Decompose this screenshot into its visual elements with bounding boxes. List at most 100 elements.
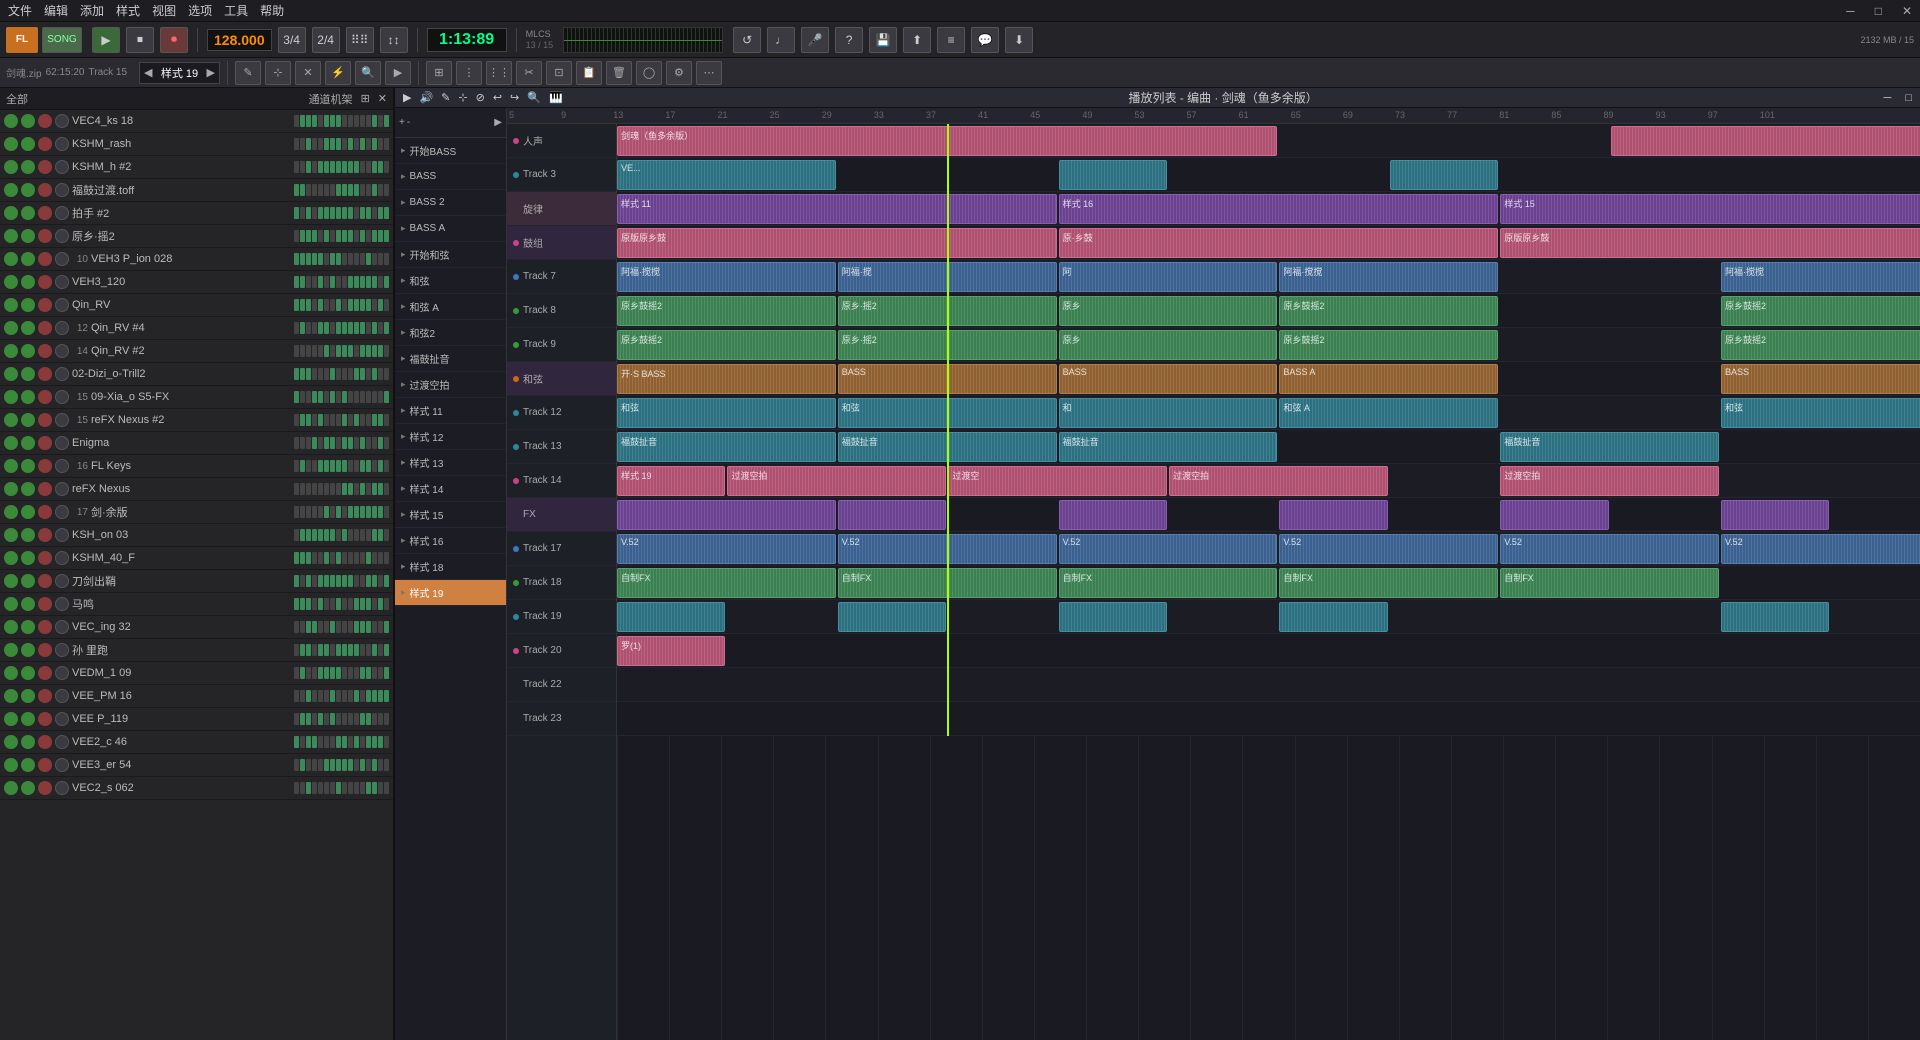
download-btn[interactable]: ⬇ xyxy=(1005,27,1033,53)
clip-block[interactable]: 原乡鼓摇2 xyxy=(1721,330,1920,360)
menu-item-options[interactable]: 选项 xyxy=(188,2,212,19)
track-name-row[interactable]: Track 3 xyxy=(507,158,616,192)
track-status-btn[interactable] xyxy=(4,712,18,726)
clip-block[interactable]: 自制FX xyxy=(617,568,836,598)
paste-btn[interactable]: 📋 xyxy=(576,61,602,85)
track-volume-knob[interactable] xyxy=(55,275,69,289)
track-name-row[interactable]: 鼓组 xyxy=(507,226,616,260)
window-maximize[interactable]: □ xyxy=(1875,4,1882,18)
clip-block[interactable]: 自制FX xyxy=(1059,568,1278,598)
play-btn[interactable]: ▶ xyxy=(92,27,120,53)
track-status-btn[interactable] xyxy=(21,735,35,749)
clip-block[interactable] xyxy=(1721,500,1829,530)
clip-block[interactable]: 过渡空 xyxy=(948,466,1167,496)
fl-logo[interactable]: FL xyxy=(6,27,38,53)
tool-select[interactable]: ⊹ xyxy=(265,61,291,85)
mixer-track-row[interactable]: 17剑·余版 xyxy=(0,501,393,524)
clip-block[interactable]: 原乡鼓摇2 xyxy=(1279,296,1498,326)
track-status-btn[interactable] xyxy=(4,137,18,151)
track-status-btn[interactable] xyxy=(21,206,35,220)
track-volume-knob[interactable] xyxy=(55,712,69,726)
track-status-btn[interactable] xyxy=(38,551,52,565)
clip-block[interactable]: 阿福·搅搅 xyxy=(1279,262,1498,292)
track-volume-knob[interactable] xyxy=(55,735,69,749)
clip-block[interactable]: 和弦 xyxy=(838,398,1057,428)
clip-block[interactable] xyxy=(617,500,836,530)
track-status-btn[interactable] xyxy=(4,413,18,427)
playlist-track-row[interactable]: 开·S BASSBASSBASSBASS ABASSBASSBASS 2BASS… xyxy=(617,362,1920,396)
track-status-btn[interactable] xyxy=(4,344,18,358)
clip-block[interactable]: BASS xyxy=(838,364,1057,394)
playlist-track-row[interactable]: 原乡鼓摇2原乡·摇2原乡原乡鼓摇2原乡鼓摇2原乡鼓摇2原乡鼓摇2原乡鼓摇2 xyxy=(617,294,1920,328)
tool-play[interactable]: ▶ xyxy=(385,61,411,85)
track-status-btn[interactable] xyxy=(21,620,35,634)
track-status-btn[interactable] xyxy=(4,574,18,588)
track-volume-knob[interactable] xyxy=(55,666,69,680)
track-status-btn[interactable] xyxy=(38,666,52,680)
pattern-scroll-right[interactable]: ▶ xyxy=(494,117,502,128)
track-volume-knob[interactable] xyxy=(55,758,69,772)
playlist-play-btn[interactable]: ▶ xyxy=(403,91,411,104)
track-status-btn[interactable] xyxy=(4,160,18,174)
track-status-btn[interactable] xyxy=(38,367,52,381)
track-status-btn[interactable] xyxy=(38,344,52,358)
export-btn[interactable]: ⬆ xyxy=(903,27,931,53)
mixer-track-row[interactable]: KSHM_40_F xyxy=(0,547,393,570)
clip-block[interactable]: 阿 xyxy=(1059,262,1278,292)
track-name-row[interactable]: Track 23 xyxy=(507,702,616,736)
clip-block[interactable]: V.52 xyxy=(1279,534,1498,564)
track-name-row[interactable]: Track 19 xyxy=(507,600,616,634)
pattern-list-item[interactable]: ▸样式 11 xyxy=(395,398,506,424)
track-status-btn[interactable] xyxy=(21,781,35,795)
pattern-zoom-in[interactable]: + xyxy=(399,117,405,128)
track-status-btn[interactable] xyxy=(21,252,35,266)
clip-block[interactable]: 样式 11 xyxy=(617,194,1057,224)
stop-btn[interactable]: ⏹ xyxy=(126,27,154,53)
playlist-track-row[interactable]: 福鼓扯音福鼓扯音福鼓扯音福鼓扯音福鼓扯音福鼓扯音福鼓福鼓扯音 xyxy=(617,430,1920,464)
track-status-btn[interactable] xyxy=(38,229,52,243)
help-btn[interactable]: ? xyxy=(835,27,863,53)
playlist-track-row[interactable]: V.52V.52V.52V.52V.52V.52V.52V.52V.52V.52… xyxy=(617,532,1920,566)
clip-block[interactable] xyxy=(1721,602,1829,632)
clip-block[interactable]: V.52 xyxy=(1721,534,1920,564)
mute-btn[interactable]: ◯ xyxy=(636,61,662,85)
playlist-track-row[interactable] xyxy=(617,702,1920,736)
pattern-list-item[interactable]: ▸和弦 xyxy=(395,268,506,294)
track-status-btn[interactable] xyxy=(21,367,35,381)
bpm-display[interactable]: 128.000 xyxy=(207,29,272,51)
track-status-btn[interactable] xyxy=(4,436,18,450)
pl-erase[interactable]: ⊘ xyxy=(476,91,485,104)
track-status-btn[interactable] xyxy=(38,206,52,220)
track-status-btn[interactable] xyxy=(38,574,52,588)
track-clips-area[interactable]: 剑魂（鱼多余版）剑魂（鱼多余版）剑魂（鱼多余版）VE...VE...样式 11样… xyxy=(617,124,1920,1040)
track-status-btn[interactable] xyxy=(38,712,52,726)
clip-block[interactable] xyxy=(1279,602,1387,632)
clip-block[interactable] xyxy=(1500,500,1608,530)
mic-btn[interactable]: 🎤 xyxy=(801,27,829,53)
menu-item-tools[interactable]: 工具 xyxy=(224,2,248,19)
mixer-track-row[interactable]: VEH3_120 xyxy=(0,271,393,294)
track-status-btn[interactable] xyxy=(38,758,52,772)
playlist-track-row[interactable]: 样式 11样式 16样式 15样式 12样式 13样式 14 xyxy=(617,192,1920,226)
clip-block[interactable]: 原乡·摇2 xyxy=(838,330,1057,360)
track-status-btn[interactable] xyxy=(38,252,52,266)
track-status-btn[interactable] xyxy=(4,666,18,680)
menu-item-style[interactable]: 样式 xyxy=(116,2,140,19)
pattern-list-item[interactable]: ▸样式 13 xyxy=(395,450,506,476)
track-volume-knob[interactable] xyxy=(55,528,69,542)
pl-minimize[interactable]: ─ xyxy=(1884,92,1892,104)
track-status-btn[interactable] xyxy=(38,482,52,496)
mixer-track-row[interactable]: 原乡·摇2 xyxy=(0,225,393,248)
track-status-btn[interactable] xyxy=(4,781,18,795)
pattern-list-item[interactable]: ▸样式 15 xyxy=(395,502,506,528)
track-status-btn[interactable] xyxy=(21,689,35,703)
clip-block[interactable]: V.52 xyxy=(1059,534,1278,564)
mixer-track-row[interactable]: VEE3_er 54 xyxy=(0,754,393,777)
track-volume-knob[interactable] xyxy=(55,620,69,634)
track-volume-knob[interactable] xyxy=(55,252,69,266)
mixer-btn[interactable]: ≡ xyxy=(937,27,965,53)
clip-block[interactable]: 福鼓扯音 xyxy=(617,432,836,462)
track-status-btn[interactable] xyxy=(4,390,18,404)
clip-block[interactable]: BASS xyxy=(1721,364,1920,394)
playlist-speaker-btn[interactable]: 🔊 xyxy=(419,91,433,104)
